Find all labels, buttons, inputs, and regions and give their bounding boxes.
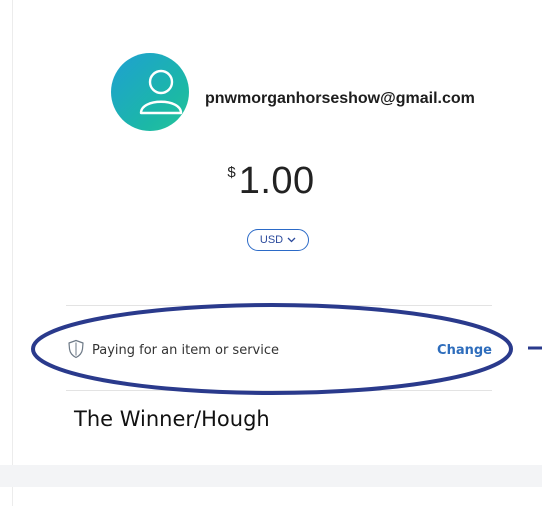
change-payment-type-link[interactable]: Change: [437, 343, 492, 358]
payment-note: The Winner/Hough: [74, 407, 270, 431]
bottom-divider: [66, 390, 492, 391]
send-payment-screen: pnwmorganhorseshow@gmail.com $1.00 USD P…: [0, 0, 542, 506]
shield-icon: [68, 339, 84, 359]
currency-symbol: $: [227, 164, 236, 181]
amount-value: 1.00: [238, 160, 315, 202]
footer-band: [0, 465, 542, 487]
recipient-email: pnwmorganhorseshow@gmail.com: [205, 90, 475, 107]
left-divider: [12, 0, 13, 506]
payment-type-label: Paying for an item or service: [92, 343, 279, 358]
payment-type-row: Paying for an item or service Change: [66, 337, 492, 363]
top-divider: [66, 305, 492, 306]
user-icon: [139, 69, 183, 115]
chevron-down-icon: [287, 237, 296, 243]
currency-code: USD: [259, 234, 284, 246]
recipient-avatar: [111, 53, 189, 131]
currency-selector[interactable]: USD: [247, 229, 309, 251]
payment-amount: $1.00: [0, 160, 542, 203]
